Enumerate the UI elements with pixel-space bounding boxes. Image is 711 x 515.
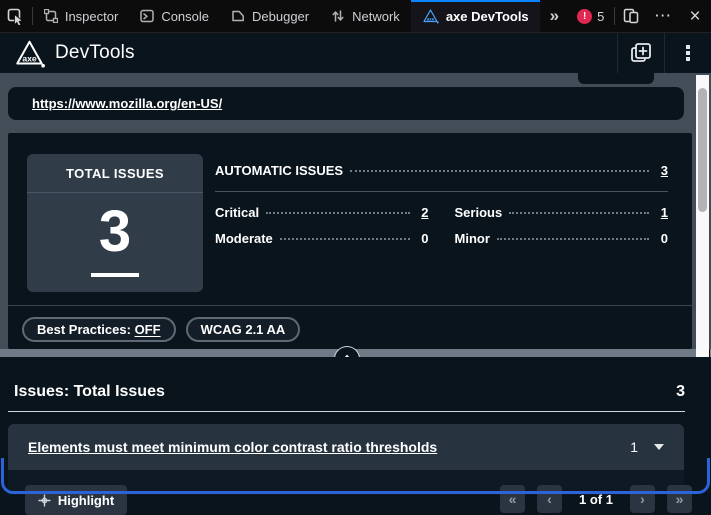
issue-title-link[interactable]: Elements must meet minimum color contras…: [28, 439, 630, 455]
tab-label: Inspector: [65, 9, 118, 24]
critical-row: Critical 2: [215, 205, 429, 225]
kebab-menu-icon: [686, 45, 690, 61]
error-count: 5: [597, 9, 604, 24]
scanned-url-link[interactable]: https://www.mozilla.org/en-US/: [32, 96, 222, 111]
total-issues-card: TOTAL ISSUES 3: [27, 154, 203, 292]
best-practices-label: Best Practices:: [37, 322, 135, 337]
debugger-icon: [231, 9, 245, 23]
issue-card-body: Highlight « ‹ 1 of 1 › »: [8, 470, 684, 495]
responsive-design-mode-icon: [623, 8, 639, 24]
serious-row: Serious 1: [455, 205, 669, 225]
tab-axe-devtools[interactable]: axe axe DevTools: [411, 0, 540, 32]
critical-value[interactable]: 2: [417, 205, 429, 220]
issues-heading-underline: [8, 411, 685, 412]
automatic-issues-label: AUTOMATIC ISSUES: [215, 163, 343, 178]
severity-column-left: Critical 2 Moderate 0: [215, 205, 429, 251]
axe-logo-icon: axe: [422, 8, 439, 24]
network-icon: [331, 9, 345, 23]
responsive-design-mode-button[interactable]: [615, 0, 647, 32]
stats-divider: [215, 191, 668, 192]
svg-text:axe: axe: [22, 53, 37, 63]
devtools-menu-button[interactable]: ⋯: [647, 0, 679, 32]
tab-console[interactable]: Console: [129, 0, 220, 32]
axe-devtools-panel: { "tabbar": { "tabs": [ {"label": "Inspe…: [0, 0, 711, 495]
new-tab-plus-icon: [630, 42, 652, 64]
issue-card: Elements must meet minimum color contras…: [8, 424, 684, 495]
minor-value: 0: [656, 231, 668, 246]
dot-leader: [266, 212, 409, 214]
dot-leader: [509, 212, 649, 214]
dot-leader: [350, 170, 649, 172]
best-practices-toggle[interactable]: Best Practices: OFF: [22, 317, 176, 342]
dot-leader: [280, 238, 410, 240]
panel-title: DevTools: [55, 42, 135, 64]
issues-heading: Issues: Total Issues: [14, 383, 165, 401]
devtools-tabbar: Inspector Console Debugger Network: [0, 0, 711, 33]
more-tabs-button[interactable]: »: [540, 0, 567, 32]
wcag-label: WCAG 2.1 AA: [201, 322, 286, 337]
chevron-double-right-icon: »: [550, 6, 557, 26]
issue-count: 1: [630, 439, 638, 455]
page-indicator: 1 of 1: [574, 492, 618, 507]
summary-footer-divider: [8, 305, 692, 306]
last-page-button[interactable]: »: [667, 485, 692, 513]
critical-label: Critical: [215, 205, 259, 220]
best-practices-state: OFF: [135, 322, 161, 337]
options-menu-button[interactable]: [665, 33, 711, 73]
axe-logo-icon: axe: [14, 39, 45, 68]
wcag-standard-pill[interactable]: WCAG 2.1 AA: [186, 317, 301, 342]
highlight-button[interactable]: Highlight: [25, 485, 127, 515]
console-icon: [140, 9, 154, 23]
severity-grid: Critical 2 Moderate 0 Serious 1 Minor: [215, 205, 668, 251]
serious-value[interactable]: 1: [656, 205, 668, 220]
highlight-crosshair-icon: [38, 494, 51, 507]
minor-row: Minor 0: [455, 231, 669, 251]
issues-heading-row: Issues: Total Issues 3: [14, 383, 685, 401]
error-badge-icon: !: [577, 9, 592, 24]
tab-network[interactable]: Network: [320, 0, 411, 32]
new-scan-button[interactable]: [618, 33, 664, 73]
total-issues-value: 3: [27, 193, 203, 277]
first-page-button[interactable]: «: [500, 485, 525, 513]
automatic-issues-value[interactable]: 3: [656, 163, 668, 178]
next-page-button[interactable]: ›: [630, 485, 655, 513]
partially-scrolled-element: [578, 73, 654, 84]
minor-label: Minor: [455, 231, 490, 246]
issues-section: Issues: Total Issues 3 Elements must mee…: [0, 357, 711, 495]
issue-pagination: « ‹ 1 of 1 › »: [500, 485, 692, 513]
chevron-down-icon: [654, 444, 664, 450]
pick-element-icon: [7, 8, 24, 25]
svg-text:axe: axe: [427, 17, 435, 22]
total-issues-label: TOTAL ISSUES: [27, 154, 203, 193]
axe-header: axe DevTools: [0, 33, 711, 73]
automatic-issues-row: AUTOMATIC ISSUES 3: [215, 163, 668, 183]
tab-inspector[interactable]: Inspector: [33, 0, 129, 32]
tab-label: Network: [352, 9, 400, 24]
inspector-icon: [44, 9, 58, 23]
moderate-row: Moderate 0: [215, 231, 429, 251]
scanned-url-card: https://www.mozilla.org/en-US/: [8, 87, 684, 120]
scrollbar-thumb[interactable]: [698, 88, 707, 212]
moderate-label: Moderate: [215, 231, 273, 246]
previous-page-button[interactable]: ‹: [537, 485, 562, 513]
meatball-menu-icon: ⋯: [654, 6, 672, 26]
dot-leader: [497, 238, 649, 240]
tab-label: axe DevTools: [446, 9, 529, 24]
tab-debugger[interactable]: Debugger: [220, 0, 320, 32]
moderate-value: 0: [417, 231, 429, 246]
close-devtools-button[interactable]: ×: [679, 0, 711, 32]
tab-label: Debugger: [252, 9, 309, 24]
summary-panel: TOTAL ISSUES 3 AUTOMATIC ISSUES 3 Critic…: [8, 133, 692, 349]
error-count-button[interactable]: ! 5: [567, 0, 614, 32]
tab-label: Console: [161, 9, 209, 24]
pick-element-button[interactable]: [0, 0, 32, 32]
scan-settings-pills: Best Practices: OFF WCAG 2.1 AA: [22, 317, 300, 342]
issue-card-header[interactable]: Elements must meet minimum color contras…: [8, 424, 684, 470]
serious-label: Serious: [455, 205, 503, 220]
issue-stats: AUTOMATIC ISSUES 3 Critical 2 Moderate 0: [215, 163, 668, 251]
close-icon: ×: [689, 7, 700, 26]
severity-column-right: Serious 1 Minor 0: [455, 205, 669, 251]
issues-total-count: 3: [676, 383, 685, 401]
